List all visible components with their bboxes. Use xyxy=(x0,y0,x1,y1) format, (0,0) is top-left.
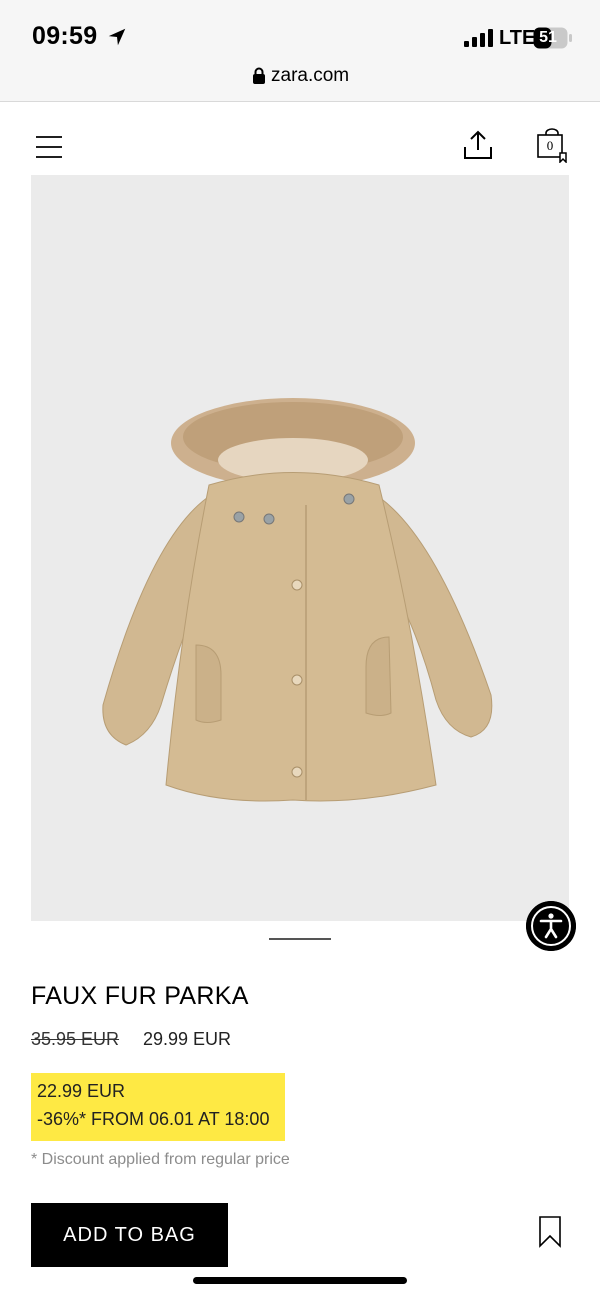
menu-icon[interactable] xyxy=(34,134,64,160)
discount-disclaimer: * Discount applied from regular price xyxy=(31,1151,290,1168)
current-price: 29.99 EUR xyxy=(143,1029,232,1049)
signal-icon xyxy=(464,29,493,47)
lock-icon xyxy=(253,67,265,84)
promo-price: 22.99 EUR xyxy=(37,1081,126,1101)
location-arrow-icon xyxy=(108,28,126,46)
network-type: LTE xyxy=(499,27,536,49)
add-to-bag-button[interactable]: ADD TO BAG xyxy=(31,1203,228,1267)
promo-details: -36%* FROM 06.01 AT 18:00 xyxy=(37,1109,270,1129)
carousel-indicator[interactable] xyxy=(269,938,331,940)
product-image[interactable] xyxy=(31,175,569,921)
share-icon[interactable] xyxy=(462,129,494,161)
bag-count: 0 xyxy=(546,138,554,153)
home-indicator[interactable] xyxy=(193,1277,407,1284)
accessibility-icon[interactable] xyxy=(526,901,576,951)
bookmark-icon[interactable] xyxy=(538,1215,562,1249)
status-time: 09:59 xyxy=(32,22,98,50)
parka-illustration xyxy=(102,398,493,802)
address-bar-url[interactable]: zara.com xyxy=(271,65,349,87)
original-price: 35.95 EUR xyxy=(31,1029,120,1049)
battery-level: 51 xyxy=(539,29,557,46)
product-title: FAUX FUR PARKA xyxy=(31,982,249,1010)
